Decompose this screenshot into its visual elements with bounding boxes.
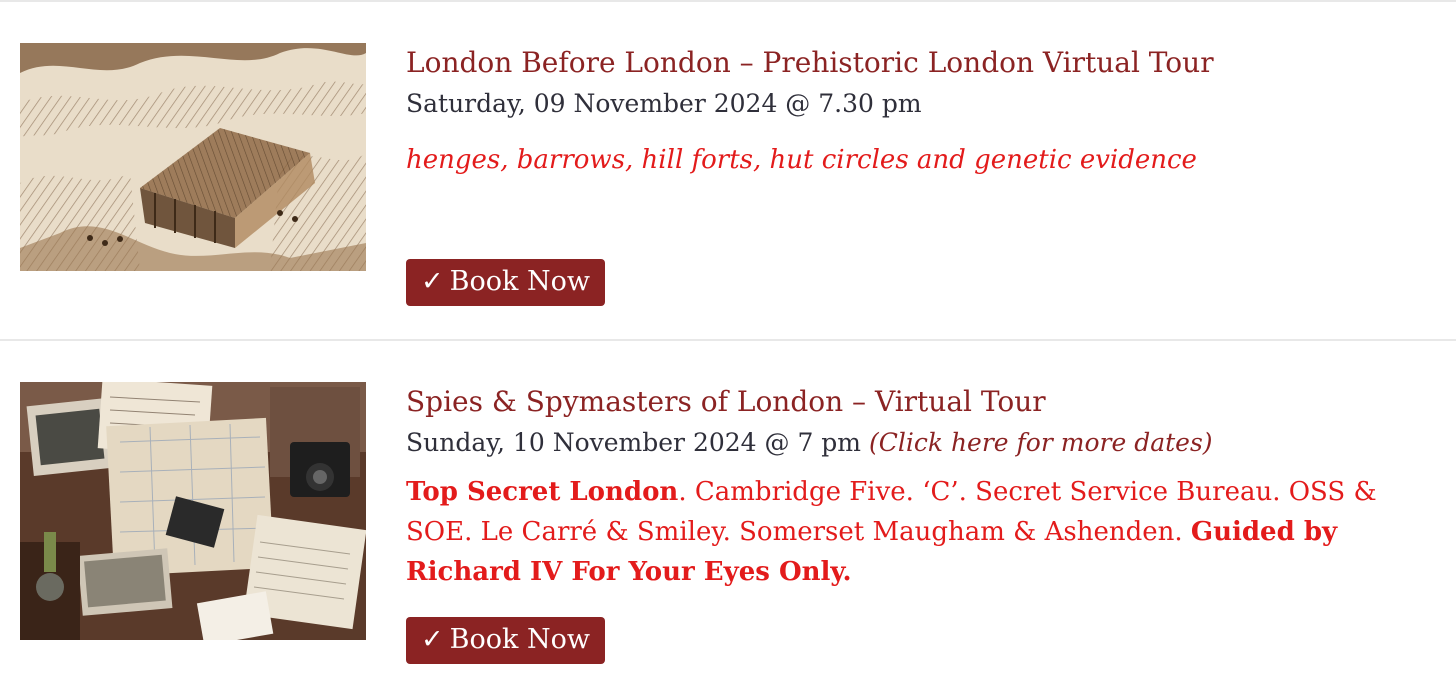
event-details: London Before London – Prehistoric Londo…	[406, 0, 1426, 340]
event-date-text: Sunday, 10 November 2024 @ 7 pm	[406, 428, 862, 457]
book-now-button[interactable]: ✓ Book Now	[406, 259, 605, 306]
event-thumbnail-prehistoric-sketch[interactable]	[20, 43, 366, 271]
event-list: London Before London – Prehistoric Londo…	[0, 0, 1456, 692]
event-description: henges, barrows, hill forts, hut circles…	[406, 145, 1197, 175]
event-details: Spies & Spymasters of London – Virtual T…	[406, 341, 1426, 692]
book-now-button[interactable]: ✓ Book Now	[406, 617, 605, 664]
event-title[interactable]: London Before London – Prehistoric Londo…	[406, 46, 1214, 80]
spy-documents-photo	[20, 382, 366, 640]
event-item-spies-spymasters: Spies & Spymasters of London – Virtual T…	[0, 341, 1456, 692]
checkmark-icon: ✓	[421, 266, 444, 297]
event-description: Top Secret London. Cambridge Five. ‘C’. …	[406, 472, 1426, 592]
event-date: Sunday, 10 November 2024 @ 7 pm (Click h…	[406, 427, 1213, 459]
book-now-label: Book Now	[449, 624, 590, 655]
event-title[interactable]: Spies & Spymasters of London – Virtual T…	[406, 385, 1046, 419]
event-date: Saturday, 09 November 2024 @ 7.30 pm	[406, 89, 922, 118]
checkmark-icon: ✓	[421, 624, 444, 655]
more-dates-link[interactable]: (Click here for more dates)	[869, 428, 1213, 457]
description-highlight: Top Secret London	[406, 477, 679, 507]
prehistoric-sketch-image	[20, 43, 366, 271]
event-item-prehistoric-london: London Before London – Prehistoric Londo…	[0, 0, 1456, 340]
event-thumbnail-spy-documents[interactable]	[20, 382, 366, 640]
book-now-label: Book Now	[449, 266, 590, 297]
